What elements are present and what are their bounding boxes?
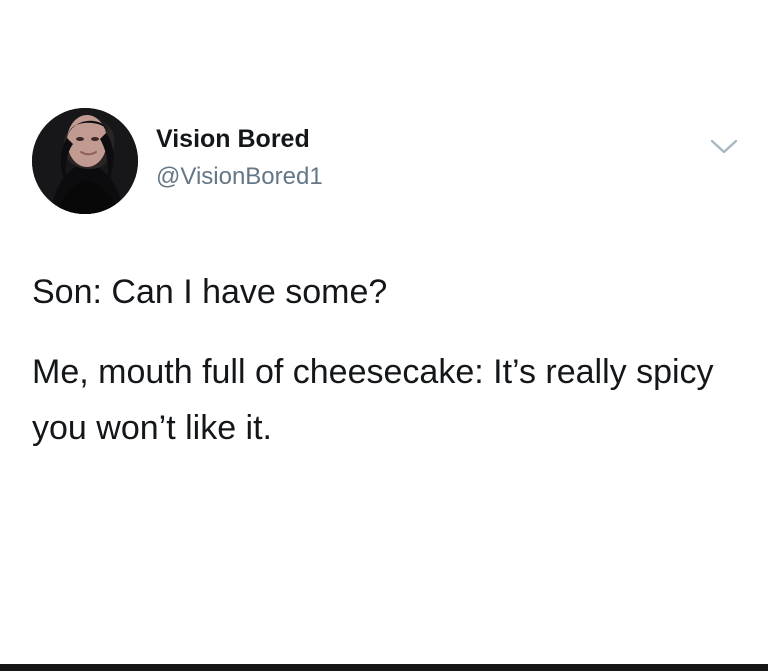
- tweet-text-line-1: Son: Can I have some?: [32, 273, 388, 311]
- bottom-edge-bar: [0, 664, 768, 671]
- tweet-menu-button[interactable]: [708, 134, 740, 158]
- chevron-down-icon: [710, 139, 738, 154]
- author-handle[interactable]: @VisionBored1: [156, 163, 323, 191]
- tweet-card: Vision Bored @VisionBored1 Son: Can I ha…: [0, 0, 768, 664]
- avatar-photo-icon: [32, 108, 138, 214]
- tweet-text-line-2: Me, mouth full of cheesecake: It’s reall…: [32, 353, 714, 447]
- profile-avatar[interactable]: [32, 108, 138, 214]
- author-display-name[interactable]: Vision Bored: [156, 125, 310, 154]
